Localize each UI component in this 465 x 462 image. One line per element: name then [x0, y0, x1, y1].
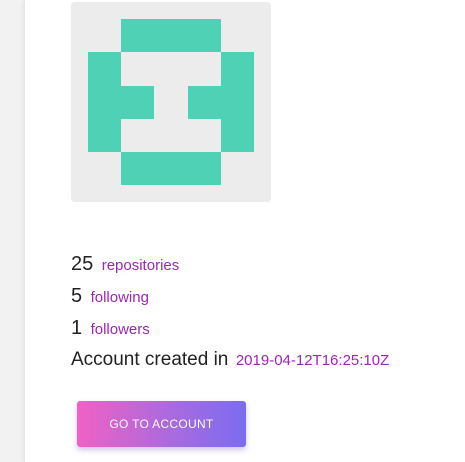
account-created: Account created in 2019-04-12T16:25:10Z [71, 344, 451, 376]
repositories-count: 25 [71, 253, 94, 275]
identicon-icon [71, 2, 271, 202]
profile-stats: 25 repositories 5 following 1 followers … [71, 248, 451, 376]
stat-repositories: 25 repositories [71, 248, 451, 280]
followers-count: 1 [71, 317, 83, 339]
avatar [71, 2, 271, 202]
stat-followers: 1 followers [71, 312, 451, 344]
following-count: 5 [71, 285, 83, 307]
profile-card: 25 repositories 5 following 1 followers … [24, 0, 465, 462]
account-created-label: Account created in [71, 349, 229, 370]
following-link[interactable]: following [91, 289, 149, 306]
repositories-link[interactable]: repositories [102, 257, 180, 274]
followers-link[interactable]: followers [91, 321, 150, 338]
go-to-account-button[interactable]: GO TO ACCOUNT [77, 401, 246, 447]
stat-following: 5 following [71, 280, 451, 312]
account-created-date[interactable]: 2019-04-12T16:25:10Z [236, 352, 389, 369]
